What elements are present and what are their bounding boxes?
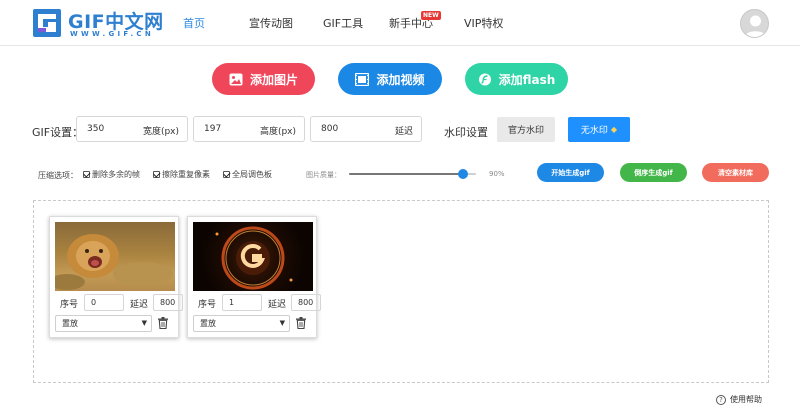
compression-label: 压缩选项： xyxy=(38,171,78,180)
quality-slider-thumb[interactable] xyxy=(458,169,469,179)
dropdown-caret-icon: ▼ xyxy=(141,319,147,327)
trash-icon[interactable] xyxy=(158,317,168,329)
add-flash-label: 添加flash xyxy=(498,72,556,87)
delay-input[interactable]: 800 xyxy=(153,294,183,311)
nav-item-promo-gif[interactable]: 宣传动图 xyxy=(249,15,293,31)
dispose-select-value: 置放 xyxy=(200,319,216,328)
frame-card[interactable]: 序号 1 延迟 800 置放 ▼ xyxy=(187,216,321,338)
height-unit: 高度(px) xyxy=(259,127,296,137)
remove-frames-label: 删除多余的帧 xyxy=(92,170,140,179)
delay-label: 延迟 xyxy=(268,300,287,310)
help-label: 使用帮助 xyxy=(730,395,762,404)
nav-item-home[interactable]: 首页 xyxy=(183,15,205,31)
image-icon xyxy=(229,73,243,85)
seq-input[interactable]: 0 xyxy=(84,294,124,311)
diamond-icon: ◆ xyxy=(610,125,618,134)
add-video-label: 添加视频 xyxy=(376,72,425,87)
frame-card[interactable]: 序号 0 延迟 800 置放 ▼ xyxy=(49,216,183,338)
reverse-generate-button[interactable]: 倒序生成gif xyxy=(620,163,687,182)
flash-icon xyxy=(478,73,491,85)
delay-unit: 延迟 xyxy=(394,127,413,137)
seq-input[interactable]: 1 xyxy=(222,294,262,311)
nav-item-gif-tools[interactable]: GIF工具 xyxy=(323,15,363,31)
remove-frames-checkbox[interactable]: 删除多余的帧 xyxy=(83,169,140,180)
erase-pixels-label: 擦除重复像素 xyxy=(162,170,210,179)
delay-label: 延迟 xyxy=(130,300,149,310)
frame-thumbnail xyxy=(55,222,175,291)
add-image-label: 添加图片 xyxy=(249,72,298,87)
lion-cub-image xyxy=(55,234,173,290)
user-icon xyxy=(744,15,767,37)
add-video-button[interactable]: 添加视频 xyxy=(338,63,442,95)
width-value: 350 xyxy=(87,124,105,134)
no-watermark-button[interactable]: 无水印 ◆ xyxy=(568,117,630,142)
quality-value: 90% xyxy=(489,170,505,178)
frame-thumbnail xyxy=(193,222,313,291)
width-unit: 宽度(px) xyxy=(142,127,179,137)
seq-label: 序号 xyxy=(60,300,79,310)
checkbox-checked-icon xyxy=(223,171,230,178)
delay-input[interactable]: 800 xyxy=(291,294,321,311)
trash-icon[interactable] xyxy=(296,317,306,329)
help-icon: ? xyxy=(716,394,726,405)
logo-subtitle: WWW.GIF.CN xyxy=(70,30,155,38)
site-logo[interactable]: GIF中文网 WWW.GIF.CN xyxy=(32,8,167,40)
official-watermark-button[interactable]: 官方水印 xyxy=(497,117,555,142)
quality-slider-fill xyxy=(349,173,464,175)
film-icon xyxy=(355,72,370,86)
delay-value: 800 xyxy=(321,124,339,134)
frame-meta-row: 序号 0 延迟 800 xyxy=(60,294,183,312)
checkbox-checked-icon xyxy=(83,171,90,178)
dispose-select-value: 置放 xyxy=(62,319,78,328)
quality-label: 图片质量： xyxy=(306,171,341,179)
delay-field[interactable]: 800 延迟 xyxy=(310,116,422,142)
quality-slider[interactable] xyxy=(349,169,476,179)
clear-library-button[interactable]: 清空素材库 xyxy=(702,163,769,182)
height-field[interactable]: 197 高度(px) xyxy=(193,116,305,142)
dispose-select[interactable]: 置放 ▼ xyxy=(193,315,290,332)
dropdown-caret-icon: ▼ xyxy=(279,319,285,327)
add-image-button[interactable]: 添加图片 xyxy=(212,63,315,95)
dispose-select[interactable]: 置放 ▼ xyxy=(55,315,152,332)
add-flash-button[interactable]: 添加flash xyxy=(465,63,568,95)
frame-meta-row: 序号 1 延迟 800 xyxy=(198,294,321,312)
checkbox-checked-icon xyxy=(153,171,160,178)
nav-item-vip[interactable]: VIP特权 xyxy=(464,15,503,31)
fire-logo-image xyxy=(215,226,293,290)
watermark-label: 水印设置 xyxy=(444,126,488,139)
global-palette-label: 全局调色板 xyxy=(232,170,272,179)
width-field[interactable]: 350 宽度(px) xyxy=(76,116,188,142)
avatar[interactable] xyxy=(740,9,769,38)
new-badge: NEW xyxy=(421,11,441,20)
erase-pixels-checkbox[interactable]: 擦除重复像素 xyxy=(153,169,210,180)
help-link[interactable]: ? 使用帮助 xyxy=(716,394,762,405)
logo-mark-icon xyxy=(33,9,61,37)
global-palette-checkbox[interactable]: 全局调色板 xyxy=(223,169,272,180)
generate-gif-button[interactable]: 开始生成gif xyxy=(537,163,604,182)
top-header: GIF中文网 WWW.GIF.CN 首页 宣传动图 GIF工具 新手中心 VIP… xyxy=(0,0,800,46)
height-value: 197 xyxy=(204,124,222,134)
seq-label: 序号 xyxy=(198,300,217,310)
no-watermark-label: 无水印 xyxy=(580,126,608,136)
